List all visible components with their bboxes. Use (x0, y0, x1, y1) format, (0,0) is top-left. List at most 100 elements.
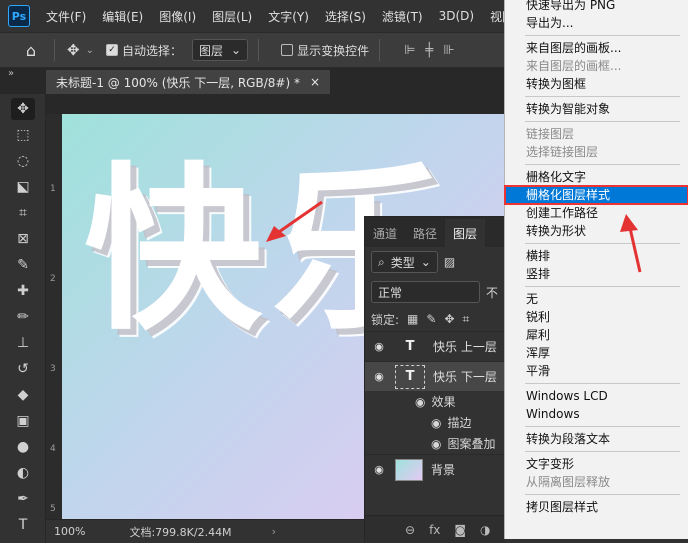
auto-select-dropdown[interactable]: 图层 ⌄ (191, 39, 249, 61)
lock-artboard-icon[interactable]: ⌗ (463, 312, 470, 327)
context-menu-item[interactable]: 拷贝图层样式 (505, 498, 688, 516)
layer-name: 快乐 上一层 (433, 340, 497, 354)
context-menu-item[interactable]: 转换为智能对象 (505, 100, 688, 118)
lock-transparent-icon[interactable]: ▦ (407, 312, 418, 326)
menu-image[interactable]: 图像(I) (151, 8, 204, 25)
align-buttons: ⊫ ╪ ⊪ (404, 43, 454, 58)
effects-row[interactable]: ◉ 效果 (365, 391, 504, 412)
tab-layers[interactable]: 图层 (445, 219, 486, 247)
align-center-icon[interactable]: ╪ (425, 43, 433, 58)
adjustment-icon[interactable]: ◑ (480, 523, 490, 537)
history-brush-tool-icon[interactable]: ↺ (11, 358, 35, 380)
menu-filter[interactable]: 滤镜(T) (374, 8, 431, 25)
ruler-mark: 3 (50, 364, 56, 374)
chevron-right-icon[interactable]: › (272, 525, 276, 538)
divider (379, 39, 381, 61)
image-filter-icon[interactable]: ▨ (444, 255, 455, 269)
layer-name: 快乐 下一层 (433, 370, 497, 384)
lock-position-icon[interactable]: ✥ (444, 312, 454, 326)
tab-paths[interactable]: 路径 (405, 219, 445, 247)
align-left-icon[interactable]: ⊫ (404, 43, 415, 58)
document-tab[interactable]: 未标题-1 @ 100% (快乐 下一层, RGB/8#) * × (46, 70, 331, 94)
context-menu-item[interactable]: 转换为段落文本 (505, 430, 688, 448)
gradient-tool-icon[interactable]: ▣ (11, 410, 35, 432)
context-menu-item[interactable]: 快速导出为 PNG (505, 0, 688, 14)
eraser-tool-icon[interactable]: ◆ (11, 384, 35, 406)
layer-filter-dropdown[interactable]: ⌕ 类型 ⌄ (371, 251, 438, 273)
link-icon[interactable]: ⊖ (405, 523, 415, 537)
context-menu-item[interactable]: 转换为图框 (505, 75, 688, 93)
pen-tool-icon[interactable]: ✒ (11, 488, 35, 510)
clone-stamp-tool-icon[interactable]: ⊥ (11, 332, 35, 354)
spot-healing-tool-icon[interactable]: ✚ (11, 280, 35, 302)
context-menu-item[interactable]: 栅格化图层样式 (504, 185, 688, 205)
eye-icon[interactable]: ◉ (431, 416, 441, 430)
context-menu-item[interactable]: Windows LCD (505, 387, 688, 405)
context-menu-item[interactable]: 来自图层的画板... (505, 39, 688, 57)
menu-select[interactable]: 选择(S) (317, 8, 374, 25)
blend-mode-dropdown[interactable]: 正常 (371, 281, 480, 303)
context-menu-item: 来自图层的画框... (526, 59, 622, 73)
effect-item[interactable]: ◉ 描边 (365, 412, 504, 433)
marquee-tool-icon[interactable]: ⬚ (11, 124, 35, 146)
collapse-toolbar-icon[interactable]: » (8, 68, 14, 79)
frame-tool-icon[interactable]: ⊠ (11, 228, 35, 250)
layer-row[interactable]: ◉ T 快乐 上一层 (365, 331, 504, 361)
context-menu-item[interactable]: Windows (505, 405, 688, 423)
lock-row: 锁定: ▦ ✎ ✥ ⌗ (365, 307, 504, 331)
context-menu-item[interactable]: 文字变形 (505, 455, 688, 473)
auto-select-checkbox[interactable]: ✓ (105, 44, 118, 56)
brush-tool-icon[interactable]: ✏ (11, 306, 35, 328)
ruler-mark: 5 (50, 504, 56, 514)
layer-row[interactable]: ◉ 背景 (365, 454, 504, 484)
context-menu-item[interactable]: 创建工作路径 (505, 204, 688, 222)
menu-file[interactable]: 文件(F) (38, 8, 94, 25)
move-tool-icon[interactable]: ✥ (67, 41, 80, 59)
effect-item[interactable]: ◉ 图案叠加 (365, 433, 504, 454)
lock-paint-icon[interactable]: ✎ (426, 312, 436, 326)
tools-panel: ✥ ⬚ ◌ ⬕ ⌗ ⊠ ✎ ✚ ✏ ⊥ ↺ ◆ ▣ ● ◐ ✒ T (0, 94, 46, 543)
chevron-down-icon[interactable]: ⌄ (86, 45, 94, 56)
lasso-tool-icon[interactable]: ◌ (11, 150, 35, 172)
menu-edit[interactable]: 编辑(E) (94, 8, 151, 25)
type-tool-icon[interactable]: T (11, 514, 35, 536)
context-menu-item[interactable]: 转换为形状 (505, 222, 688, 240)
context-menu-item[interactable]: 导出为... (505, 14, 688, 32)
show-transform-checkbox[interactable] (281, 44, 294, 56)
quick-select-tool-icon[interactable]: ⬕ (11, 176, 35, 198)
context-menu-item[interactable]: 锐利 (505, 308, 688, 326)
mask-icon[interactable]: ◙ (454, 523, 466, 537)
menu-layer[interactable]: 图层(L) (204, 8, 260, 25)
menu-divider (525, 426, 680, 427)
eye-icon[interactable]: ◉ (371, 463, 387, 476)
context-menu-item[interactable]: 栅格化文字 (505, 168, 688, 186)
menu-divider (525, 121, 680, 122)
context-menu-item[interactable]: 无 (505, 290, 688, 308)
layer-row-selected[interactable]: ◉ T 快乐 下一层 (365, 361, 504, 391)
context-menu-item[interactable]: 横排 (505, 247, 688, 265)
close-icon[interactable]: × (310, 75, 320, 89)
menu-3d[interactable]: 3D(D) (431, 9, 482, 23)
context-menu-item[interactable]: 浑厚 (505, 344, 688, 362)
fx-icon[interactable]: fx (429, 523, 440, 537)
eye-icon[interactable]: ◉ (371, 370, 387, 383)
crop-tool-icon[interactable]: ⌗ (11, 202, 35, 224)
dodge-tool-icon[interactable]: ◐ (11, 462, 35, 484)
divider (258, 39, 260, 61)
context-menu-item[interactable]: 犀利 (505, 326, 688, 344)
context-menu-item[interactable]: 竖排 (505, 265, 688, 283)
move-tool-icon[interactable]: ✥ (11, 98, 35, 120)
context-menu-item[interactable]: 平滑 (505, 362, 688, 380)
tab-channels[interactable]: 通道 (365, 219, 405, 247)
zoom-level[interactable]: 100% (54, 525, 85, 538)
eye-icon[interactable]: ◉ (415, 395, 425, 409)
home-icon[interactable]: ⌂ (18, 37, 44, 63)
eye-icon[interactable]: ◉ (371, 340, 387, 353)
eye-icon[interactable]: ◉ (431, 437, 441, 451)
blend-mode-row: 正常 不 (365, 277, 504, 307)
menu-divider (525, 35, 680, 36)
eyedropper-tool-icon[interactable]: ✎ (11, 254, 35, 276)
menu-type[interactable]: 文字(Y) (260, 8, 317, 25)
blur-tool-icon[interactable]: ● (11, 436, 35, 458)
align-right-icon[interactable]: ⊪ (443, 43, 454, 58)
